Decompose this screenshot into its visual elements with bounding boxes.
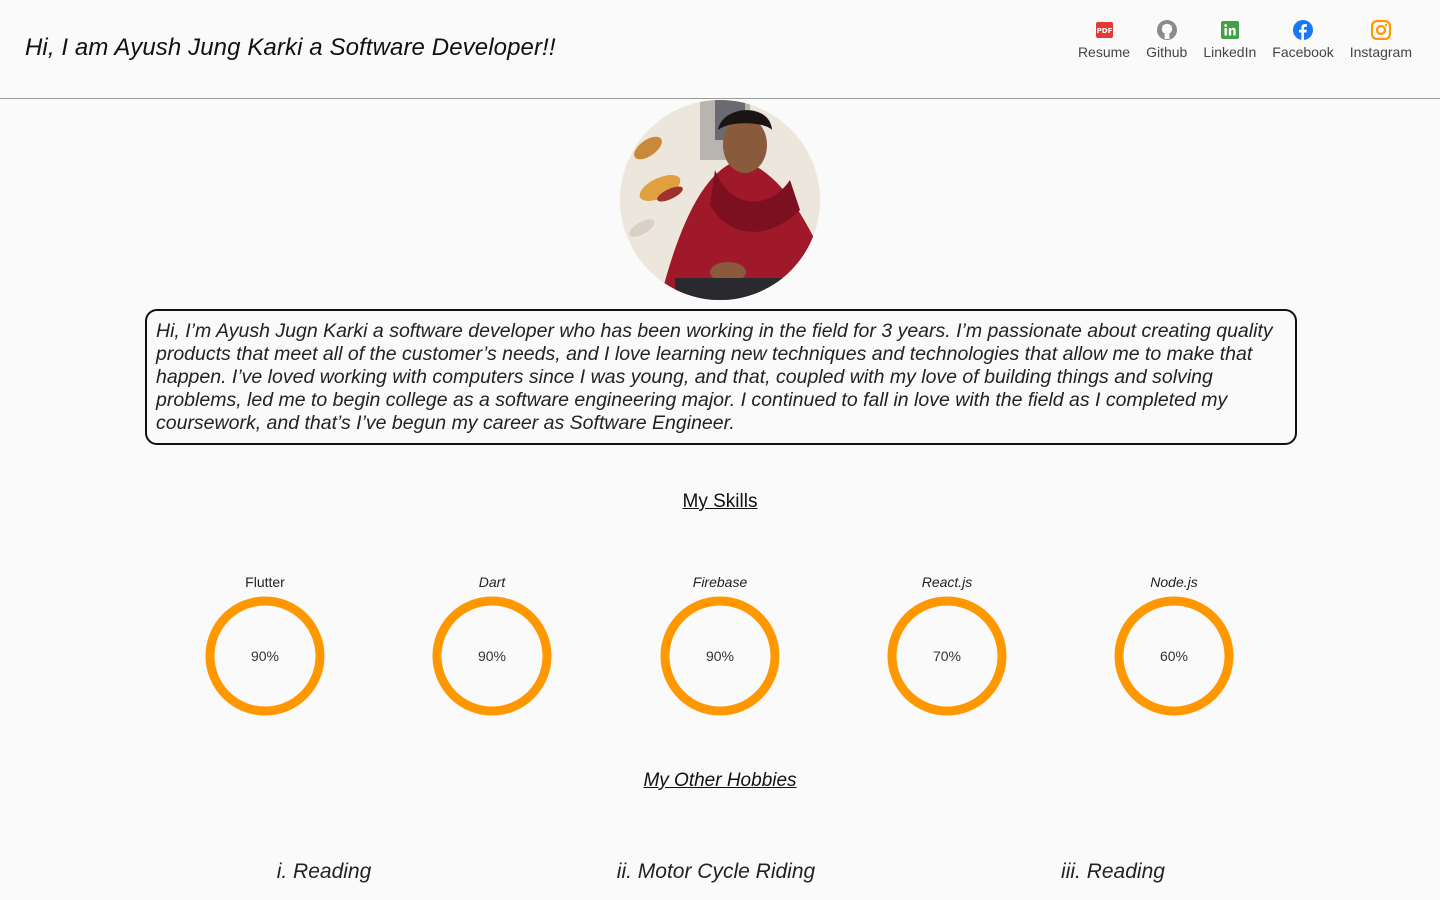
skill-percentage: 60% xyxy=(1159,648,1189,664)
skill-name: Firebase xyxy=(692,574,748,590)
nav-facebook-label: Facebook xyxy=(1272,44,1334,60)
skill-progress-ring: 90% xyxy=(430,594,554,718)
nav-facebook-link[interactable]: Facebook xyxy=(1264,20,1341,60)
skill-percentage: 90% xyxy=(477,648,507,664)
hobby-item: ii. Motor Cycle Riding xyxy=(616,860,816,883)
skill-name: Node.js xyxy=(1150,574,1198,590)
svg-text:PDF: PDF xyxy=(1096,27,1112,35)
skill-percentage: 90% xyxy=(250,648,280,664)
profile-photo xyxy=(620,100,820,300)
nav-github-link[interactable]: Github xyxy=(1138,20,1195,60)
bio-text: Hi, I’m Ayush Jugn Karki a software deve… xyxy=(145,309,1297,445)
instagram-icon xyxy=(1370,20,1391,40)
skill-progress-ring: 70% xyxy=(885,594,1009,718)
nav-github-label: Github xyxy=(1146,44,1188,60)
nav-resume-link[interactable]: PDF Resume xyxy=(1070,20,1138,60)
skill-percentage: 90% xyxy=(705,648,735,664)
nav-linkedin-link[interactable]: LinkedIn xyxy=(1195,20,1264,60)
hobby-item: iii. Reading xyxy=(1061,860,1165,883)
nav-linkedin-label: LinkedIn xyxy=(1203,44,1257,60)
skill-name: Dart xyxy=(478,574,506,590)
app-header: Hi, I am Ayush Jung Karki a Software Dev… xyxy=(0,0,1440,99)
skill-firebase: Firebase 90% xyxy=(650,574,790,718)
hobby-item: i. Reading xyxy=(276,860,372,883)
skill-name: Flutter xyxy=(245,574,285,590)
skill-progress-ring: 60% xyxy=(1112,594,1236,718)
facebook-icon xyxy=(1293,20,1313,40)
hobbies-heading: My Other Hobbies xyxy=(643,770,797,791)
skill-dart: Dart 90% xyxy=(422,574,562,718)
linkedin-icon xyxy=(1220,20,1240,40)
skill-nodejs: Node.js 60% xyxy=(1104,574,1244,718)
skill-name: React.js xyxy=(921,574,973,590)
skill-progress-ring: 90% xyxy=(203,594,327,718)
social-nav: PDF Resume Github LinkedIn Facebook Inst… xyxy=(1070,20,1420,60)
github-icon xyxy=(1156,20,1177,40)
pdf-icon: PDF xyxy=(1094,20,1114,40)
skills-heading: My Skills xyxy=(682,491,758,512)
skill-reactjs: React.js 70% xyxy=(877,574,1017,718)
skill-percentage: 70% xyxy=(932,648,962,664)
skill-progress-ring: 90% xyxy=(658,594,782,718)
page-title: Hi, I am Ayush Jung Karki a Software Dev… xyxy=(25,34,556,61)
nav-resume-label: Resume xyxy=(1077,44,1131,60)
nav-instagram-label: Instagram xyxy=(1349,44,1412,60)
nav-instagram-link[interactable]: Instagram xyxy=(1342,20,1420,60)
skill-flutter: Flutter 90% xyxy=(195,574,335,718)
